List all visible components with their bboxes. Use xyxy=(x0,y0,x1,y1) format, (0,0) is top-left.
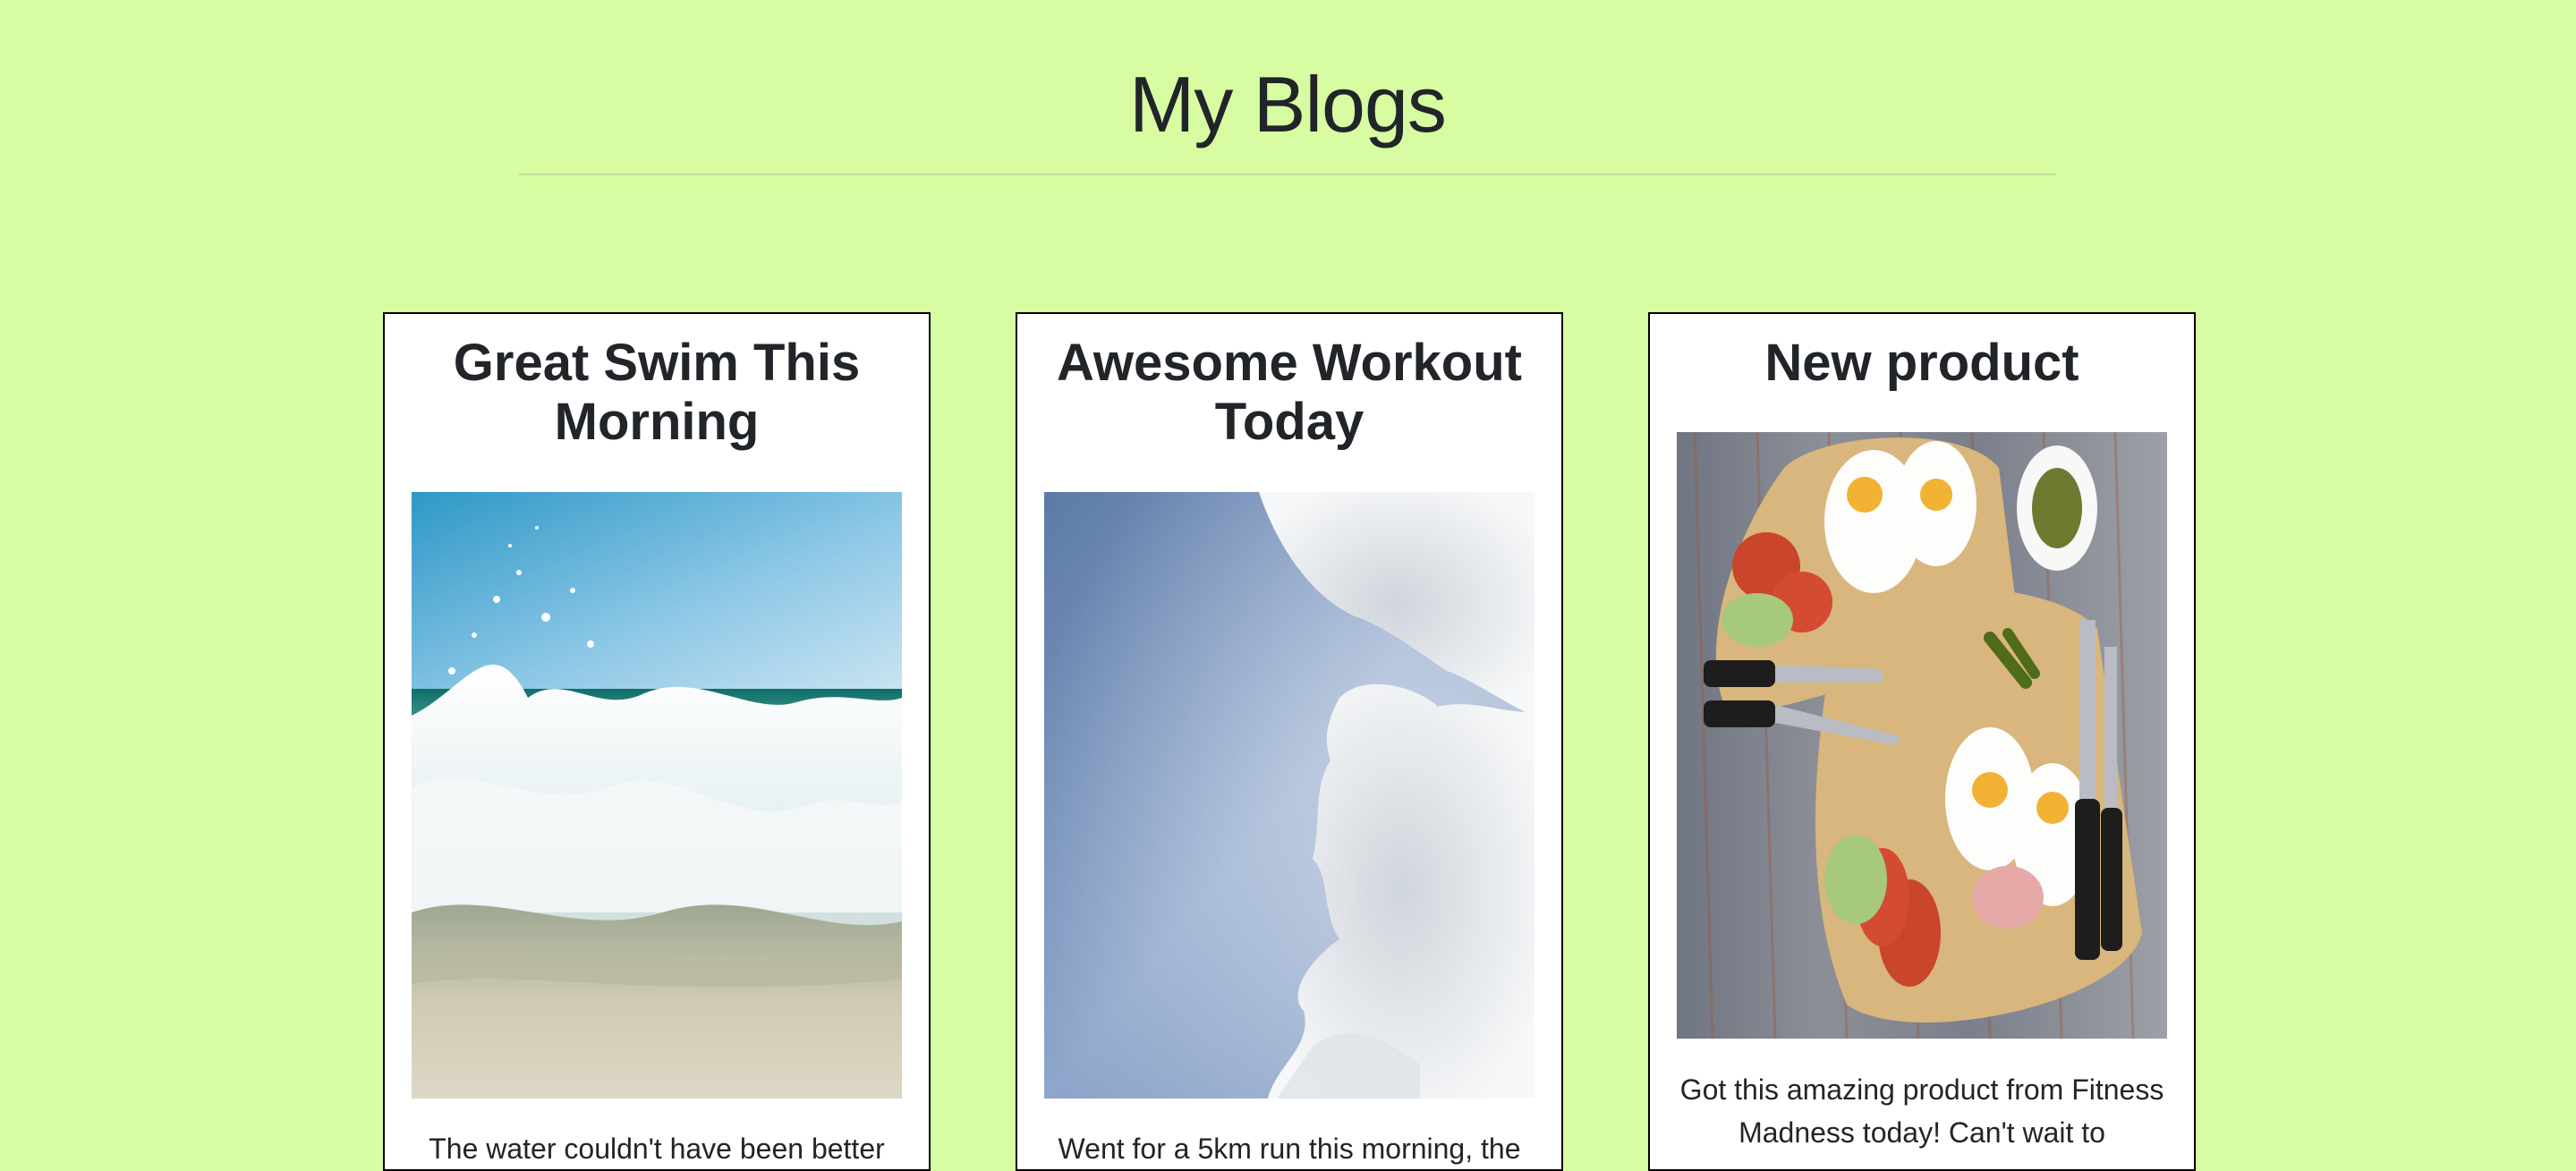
breakfast-board-photo xyxy=(1677,432,2167,1039)
page-header: My Blogs xyxy=(519,0,2056,175)
blog-card[interactable]: Great Swim This Morning The water couldn… xyxy=(383,312,931,1171)
blog-card-title: New product xyxy=(1764,334,2079,392)
blog-card[interactable]: New product Got this amazing product fro… xyxy=(1648,312,2196,1171)
page-title: My Blogs xyxy=(1129,60,1447,148)
blog-card-title: Awesome Workout Today xyxy=(1057,334,1522,451)
blog-card-text: Got this amazing product from Fitness Ma… xyxy=(1679,1073,2164,1149)
blog-card-text: Went for a 5km run this morning, the xyxy=(1058,1133,1521,1165)
blog-card-title: Great Swim This Morning xyxy=(453,334,861,451)
cloud-sky-photo xyxy=(1044,492,1535,1099)
ocean-wave-photo xyxy=(412,492,902,1099)
blog-card-text: The water couldn't have been better xyxy=(429,1133,885,1165)
blog-card[interactable]: Awesome Workout Today Went for a 5km run… xyxy=(1016,312,1563,1171)
blog-card-image xyxy=(412,492,902,1099)
blog-card-image xyxy=(1044,492,1535,1099)
blog-card-image xyxy=(1677,432,2167,1039)
